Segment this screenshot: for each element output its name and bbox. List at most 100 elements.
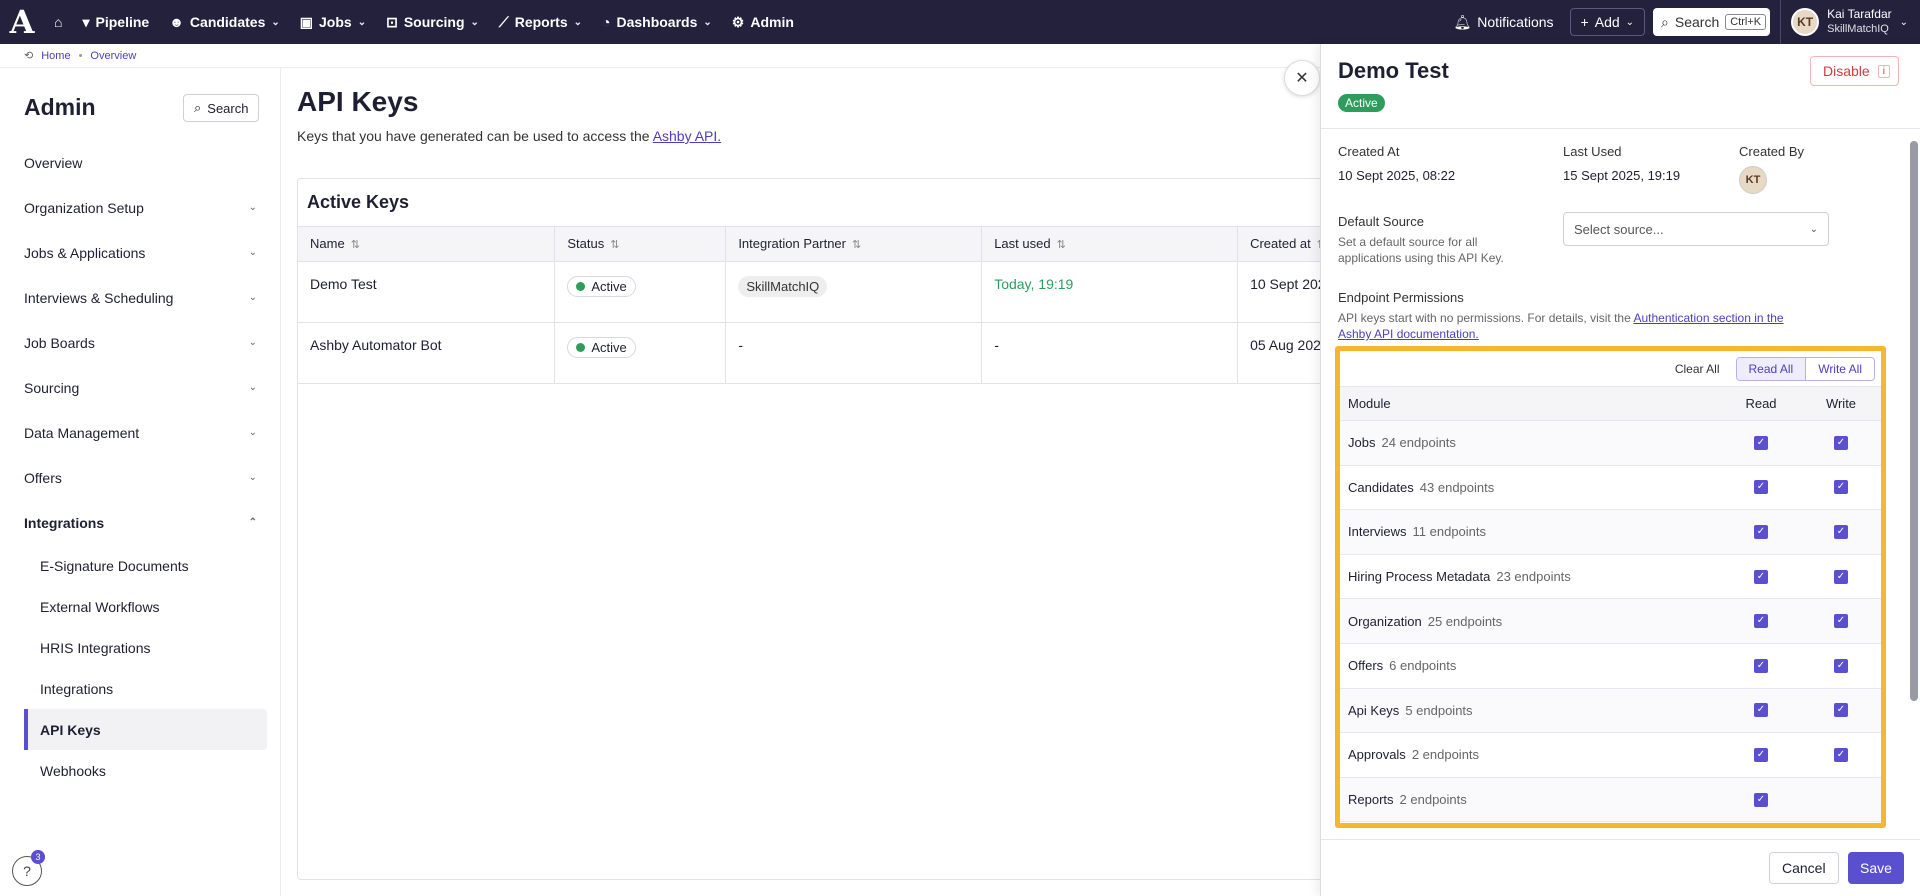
drawer-close-icon[interactable]: ✕ bbox=[1284, 60, 1320, 96]
sidebar-sub-hris-integrations[interactable]: HRIS Integrations bbox=[0, 627, 281, 668]
divider bbox=[1321, 128, 1920, 129]
chevron-down-icon: ⌄ bbox=[248, 472, 257, 483]
gear-icon: ⚙ bbox=[731, 13, 745, 30]
module-name: Approvals bbox=[1348, 747, 1406, 763]
cell-last-used: - bbox=[981, 322, 1239, 384]
sourcing-icon: ⊡ bbox=[386, 13, 398, 30]
save-button[interactable]: Save bbox=[1848, 852, 1904, 884]
module-name: Candidates bbox=[1348, 479, 1414, 495]
sidebar-item-integrations[interactable]: Integrations ⌃ bbox=[0, 500, 281, 545]
read-checkbox[interactable]: ✓ bbox=[1754, 569, 1768, 584]
col-header-last-used[interactable]: Last used ⇅ bbox=[981, 227, 1239, 262]
col-header-partner[interactable]: Integration Partner ⇅ bbox=[725, 227, 983, 262]
cell-status: Active bbox=[554, 322, 727, 384]
module-cell: Approvals 2 endpoints bbox=[1340, 747, 1721, 762]
disable-button[interactable]: Disable i bbox=[1810, 56, 1899, 86]
endpoint-count: 24 endpoints bbox=[1381, 435, 1456, 451]
notifications-button[interactable]: 🔔︎ Notifications bbox=[1438, 14, 1570, 31]
ashby-logo[interactable]: A bbox=[0, 0, 44, 44]
write-checkbox[interactable]: ✓ bbox=[1834, 480, 1848, 495]
nav-reports[interactable]: ⟋ Reports ⌄ bbox=[489, 0, 592, 44]
read-checkbox[interactable]: ✓ bbox=[1754, 703, 1768, 718]
write-checkbox[interactable]: ✓ bbox=[1834, 435, 1848, 450]
sidebar-item-organization-setup[interactable]: Organization Setup ⌄ bbox=[0, 185, 281, 230]
write-all-button[interactable]: Write All bbox=[1805, 357, 1874, 380]
sidebar-item-jobs-applications[interactable]: Jobs & Applications ⌄ bbox=[0, 230, 281, 275]
clear-all-button[interactable]: Clear All bbox=[1675, 362, 1720, 376]
nav-dashboards[interactable]: ◔ Dashboards ⌄ bbox=[592, 0, 722, 44]
chevron-down-icon: ⌄ bbox=[248, 337, 257, 348]
sidebar-sub-webhooks[interactable]: Webhooks bbox=[0, 750, 281, 791]
write-checkbox[interactable]: ✓ bbox=[1834, 569, 1848, 584]
chevron-down-icon: ⌄ bbox=[470, 16, 479, 28]
user-org: SkillMatchIQ bbox=[1827, 23, 1889, 35]
chevron-down-icon: ⌄ bbox=[248, 427, 257, 438]
read-checkbox[interactable]: ✓ bbox=[1754, 435, 1768, 450]
shortcut-kbd: Ctrl+K bbox=[1725, 14, 1767, 30]
endpoint-count: 43 endpoints bbox=[1419, 479, 1495, 495]
global-search-button[interactable]: ⌕ Search Ctrl+K bbox=[1653, 8, 1771, 36]
chevron-down-icon: ⌄ bbox=[703, 16, 712, 28]
chevron-down-icon: ⌄ bbox=[357, 16, 367, 28]
source-select[interactable]: Select source... ⌄ bbox=[1563, 212, 1829, 246]
write-checkbox[interactable]: ✓ bbox=[1834, 747, 1848, 762]
cell-name: Ashby Automator Bot bbox=[298, 322, 556, 384]
sidebar-item-sourcing[interactable]: Sourcing ⌄ bbox=[0, 365, 281, 410]
add-button[interactable]: + Add ⌄ bbox=[1569, 8, 1646, 36]
breadcrumb-home[interactable]: Home bbox=[41, 50, 70, 62]
home-icon[interactable]: ⌂ bbox=[44, 0, 72, 44]
read-checkbox[interactable]: ✓ bbox=[1754, 524, 1768, 539]
user-menu[interactable]: KT Kai Tarafdar SkillMatchIQ ⌄ bbox=[1780, 0, 1920, 44]
table-row[interactable]: Ashby Automator Bot Active - - 05 Aug 20… bbox=[298, 322, 1336, 384]
cell-status: Active bbox=[554, 261, 727, 323]
sidebar-item-job-boards[interactable]: Job Boards ⌄ bbox=[0, 320, 281, 365]
sidebar-item-interviews-scheduling[interactable]: Interviews & Scheduling ⌄ bbox=[0, 275, 281, 320]
read-checkbox[interactable]: ✓ bbox=[1754, 658, 1768, 673]
chevron-down-icon: ⌄ bbox=[1625, 16, 1635, 28]
drawer-footer: Cancel Save bbox=[1321, 839, 1920, 896]
sort-icon: ⇅ bbox=[852, 239, 862, 252]
nav-candidates[interactable]: ☻ Candidates ⌄ bbox=[159, 0, 290, 44]
read-all-button[interactable]: Read All bbox=[1736, 357, 1806, 380]
chevron-down-icon: ⌄ bbox=[1899, 16, 1908, 28]
permission-row: Organization 25 endpoints ✓ ✓ bbox=[1340, 599, 1881, 644]
ashby-api-link[interactable]: Ashby API. bbox=[653, 128, 721, 144]
sidebar-search-button[interactable]: ⌕ Search bbox=[183, 94, 260, 122]
breadcrumb-current[interactable]: Overview bbox=[90, 50, 136, 62]
chevron-down-icon: ⌄ bbox=[271, 16, 280, 28]
sidebar-item-offers[interactable]: Offers ⌄ bbox=[0, 455, 281, 500]
cell-name: Demo Test bbox=[298, 261, 556, 323]
history-icon[interactable]: ⟲ bbox=[24, 49, 33, 62]
sidebar-sub-integrations[interactable]: Integrations bbox=[0, 668, 281, 709]
nav-admin[interactable]: ⚙ Admin bbox=[722, 0, 804, 44]
filter-icon: ▾ bbox=[82, 13, 90, 30]
write-checkbox[interactable]: ✓ bbox=[1834, 524, 1848, 539]
read-checkbox[interactable]: ✓ bbox=[1754, 614, 1768, 629]
chevron-down-icon: ⌄ bbox=[248, 292, 257, 303]
write-checkbox[interactable]: ✓ bbox=[1834, 614, 1848, 629]
cancel-button[interactable]: Cancel bbox=[1769, 852, 1839, 884]
nav-pipeline[interactable]: ▾ Pipeline bbox=[72, 0, 159, 44]
nav-sourcing[interactable]: ⊡ Sourcing ⌄ bbox=[376, 0, 489, 44]
module-cell: Candidates 43 endpoints bbox=[1340, 480, 1721, 495]
write-checkbox[interactable]: ✓ bbox=[1834, 703, 1848, 718]
sidebar-sub-external-workflows[interactable]: External Workflows bbox=[0, 586, 281, 627]
sidebar-sub-api-keys[interactable]: API Keys bbox=[24, 709, 267, 750]
col-header-name[interactable]: Name ⇅ bbox=[298, 227, 556, 262]
table-row[interactable]: Demo Test Active SkillMatchIQ Today, 19:… bbox=[298, 261, 1336, 323]
sidebar-sub-esignature[interactable]: E-Signature Documents bbox=[0, 545, 281, 586]
module-name: Offers bbox=[1348, 658, 1384, 674]
nav-jobs[interactable]: ▣ Jobs ⌄ bbox=[290, 0, 376, 44]
write-checkbox[interactable]: ✓ bbox=[1834, 658, 1848, 673]
chevron-down-icon: ⌄ bbox=[248, 202, 257, 213]
endpoint-count: 2 endpoints bbox=[1399, 792, 1467, 808]
read-checkbox[interactable]: ✓ bbox=[1754, 747, 1768, 762]
col-header-status[interactable]: Status ⇅ bbox=[554, 227, 727, 262]
read-checkbox[interactable]: ✓ bbox=[1754, 480, 1768, 495]
module-cell: Hiring Process Metadata 23 endpoints bbox=[1340, 569, 1721, 584]
sidebar-item-data-management[interactable]: Data Management ⌄ bbox=[0, 410, 281, 455]
sidebar-item-overview[interactable]: Overview bbox=[0, 140, 281, 185]
drawer-scrollbar[interactable] bbox=[1910, 141, 1918, 701]
read-checkbox[interactable]: ✓ bbox=[1754, 792, 1768, 807]
dashboard-icon: ◔ bbox=[602, 14, 611, 30]
